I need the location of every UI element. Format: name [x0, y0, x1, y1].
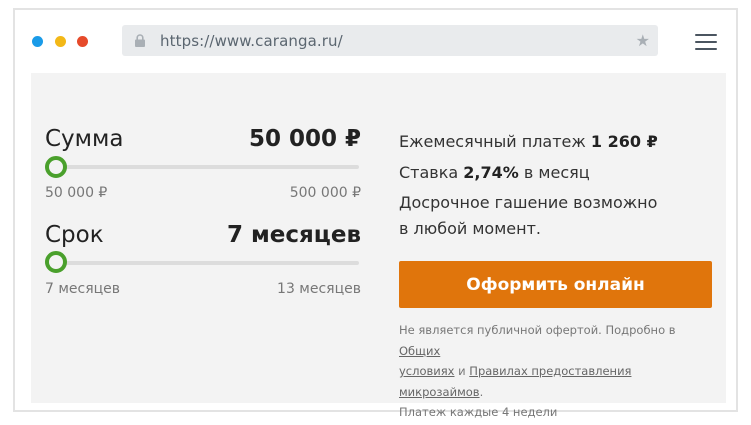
term-min: 7 месяцев — [45, 281, 121, 297]
monthly-payment: Ежемесячный платеж 1 260 ₽ — [399, 132, 658, 151]
amount-value: 50 000 ₽ — [248, 126, 361, 152]
term-label: Срок — [45, 222, 104, 248]
browser-window: https://www.caranga.ru/ ★ Сумма 50 000 ₽… — [13, 8, 738, 419]
early-repayment-line2: в любой момент. — [399, 219, 541, 238]
payment-frequency: Платеж каждые 4 недели — [399, 405, 558, 419]
loan-calculator-panel: Сумма 50 000 ₽ 50 000 ₽ 500 000 ₽ Срок 7… — [31, 73, 726, 419]
amount-header: Сумма 50 000 ₽ — [45, 126, 361, 156]
amount-slider-handle[interactable] — [45, 156, 67, 178]
hamburger-menu-icon[interactable] — [695, 34, 717, 50]
term-max: 13 месяцев — [277, 281, 361, 297]
star-icon[interactable]: ★ — [636, 31, 650, 51]
lock-icon — [135, 34, 145, 47]
apply-online-button[interactable]: Оформить онлайн — [399, 261, 712, 308]
term-slider-track[interactable] — [45, 261, 359, 265]
amount-slider-track[interactable] — [45, 165, 359, 169]
interest-rate: Ставка 2,74% в месяц — [399, 163, 590, 182]
amount-min: 50 000 ₽ — [45, 185, 108, 201]
window-dot-blue[interactable] — [32, 36, 43, 47]
general-terms-link[interactable]: Общих условиях — [399, 344, 455, 379]
early-repayment-line1: Досрочное гашение возможно — [399, 193, 658, 212]
term-header: Срок 7 месяцев — [45, 222, 361, 252]
monthly-payment-value: 1 260 ₽ — [590, 132, 658, 151]
disclaimer: Не является публичной офертой. Подробно … — [399, 323, 676, 419]
browser-toolbar: https://www.caranga.ru/ ★ — [15, 10, 736, 72]
term-value: 7 месяцев — [226, 222, 361, 248]
interest-rate-value: 2,74% — [463, 163, 519, 182]
address-bar[interactable]: https://www.caranga.ru/ ★ — [122, 25, 658, 56]
url-text[interactable]: https://www.caranga.ru/ — [160, 32, 343, 50]
window-dot-red[interactable] — [77, 36, 88, 47]
window-dot-yellow[interactable] — [55, 36, 66, 47]
amount-label: Сумма — [45, 126, 124, 152]
amount-max: 500 000 ₽ — [289, 185, 361, 201]
term-slider-handle[interactable] — [45, 251, 67, 273]
